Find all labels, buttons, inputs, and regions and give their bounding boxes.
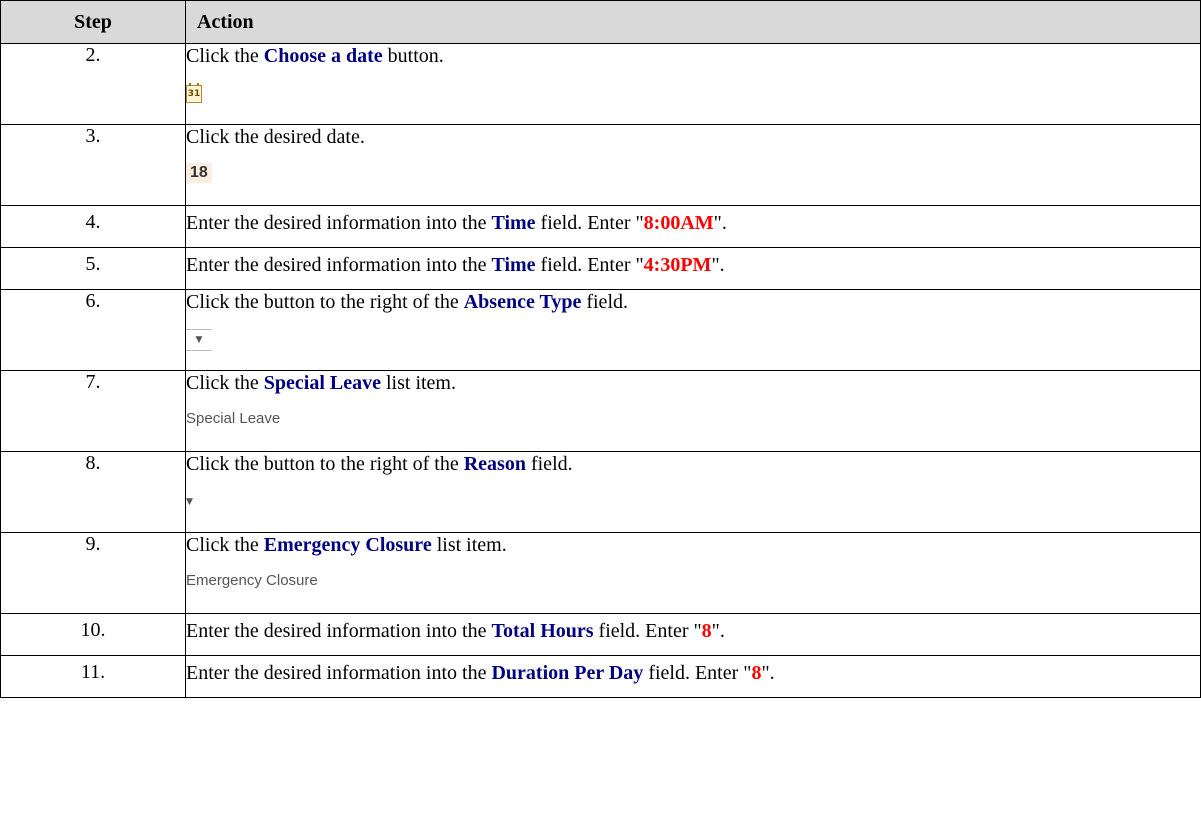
step-number: 8. xyxy=(0,451,186,533)
step-number: 3. xyxy=(0,124,186,206)
icon-row: 31 xyxy=(186,79,1200,105)
icon-row: Special Leave xyxy=(186,406,1200,432)
action-cell: Click the button to the right of the Abs… xyxy=(185,289,1201,371)
step-number: 9. xyxy=(0,532,186,614)
dropdown-arrow-icon[interactable]: ▼ xyxy=(186,329,212,351)
instruction-text: Click the Choose a date button. xyxy=(186,44,1200,68)
list-item-special-leave[interactable]: Special Leave xyxy=(186,410,280,427)
action-cell: Enter the desired information into the T… xyxy=(185,247,1201,290)
instruction-pre: Enter the desired information into the xyxy=(186,254,492,276)
list-item-emergency-closure[interactable]: Emergency Closure xyxy=(186,572,318,589)
instruction-post: field. xyxy=(581,291,628,313)
entry-value: 4:30PM xyxy=(643,254,712,276)
step-number: 4. xyxy=(0,205,186,248)
date-cell-18[interactable]: 18 xyxy=(186,163,212,183)
keyword: Total Hours xyxy=(491,620,594,642)
instruction-mid: field. Enter " xyxy=(535,254,644,276)
action-cell: Click the Special Leave list item. Speci… xyxy=(185,370,1201,452)
action-cell: Enter the desired information into the D… xyxy=(185,655,1201,698)
step-number: 7. xyxy=(0,370,186,452)
table-row: 4. Enter the desired information into th… xyxy=(0,205,1201,248)
action-cell: Click the Emergency Closure list item. E… xyxy=(185,532,1201,614)
step-number: 5. xyxy=(0,247,186,290)
table-row: 2. Click the Choose a date button. 31 xyxy=(0,43,1201,125)
table-row: 3. Click the desired date. 18 xyxy=(0,124,1201,206)
table-row: 5. Enter the desired information into th… xyxy=(0,247,1201,290)
instruction-pre: Click the xyxy=(186,372,264,394)
icon-row: 18 xyxy=(186,160,1200,186)
action-cell: Enter the desired information into the T… xyxy=(185,613,1201,656)
instruction-pre: Click the button to the right of the xyxy=(186,453,464,475)
icon-row: Emergency Closure xyxy=(186,568,1200,594)
action-header-label: Action xyxy=(197,10,254,33)
instruction-post: ". xyxy=(713,212,727,234)
instruction-post: list item. xyxy=(380,372,456,394)
table-row: 9. Click the Emergency Closure list item… xyxy=(0,532,1201,614)
step-number: 10. xyxy=(0,613,186,656)
instruction-mid: field. Enter " xyxy=(535,212,644,234)
keyword: Time xyxy=(491,254,536,276)
instruction-text: Click the desired date. xyxy=(186,126,365,148)
table-row: 10. Enter the desired information into t… xyxy=(0,613,1201,656)
entry-value: 8 xyxy=(751,662,762,684)
instruction-mid: field. Enter " xyxy=(593,620,702,642)
instruction-text: Click the Special Leave list item. xyxy=(186,371,1200,395)
instruction-text: Enter the desired information into the T… xyxy=(186,619,1200,643)
instruction-post: button. xyxy=(382,45,444,67)
icon-row: ▼ xyxy=(186,487,1200,513)
keyword: Emergency Closure xyxy=(263,534,432,556)
action-cell: Click the desired date. 18 xyxy=(185,124,1201,206)
instruction-post: ". xyxy=(711,254,725,276)
table-row: 8. Click the button to the right of the … xyxy=(0,451,1201,533)
instruction-text: Click the button to the right of the Abs… xyxy=(186,290,1200,314)
keyword: Absence Type xyxy=(463,291,582,313)
table-row: 11. Enter the desired information into t… xyxy=(0,655,1201,698)
keyword: Time xyxy=(491,212,536,234)
table-row: 7. Click the Special Leave list item. Sp… xyxy=(0,370,1201,452)
instruction-text: Click the Emergency Closure list item. xyxy=(186,533,1200,557)
step-number: 2. xyxy=(0,43,186,125)
instruction-pre: Enter the desired information into the xyxy=(186,662,492,684)
instruction-post: ". xyxy=(761,662,775,684)
entry-value: 8:00AM xyxy=(643,212,714,234)
keyword: Duration Per Day xyxy=(491,662,644,684)
calendar-icon[interactable]: 31 xyxy=(186,83,202,103)
action-cell: Enter the desired information into the T… xyxy=(185,205,1201,248)
instruction-pre: Click the xyxy=(186,45,264,67)
step-number: 6. xyxy=(0,289,186,371)
dropdown-arrow-icon[interactable]: ▼ xyxy=(186,497,193,507)
instruction-text: Enter the desired information into the D… xyxy=(186,661,1200,685)
entry-value: 8 xyxy=(701,620,712,642)
step-number: 11. xyxy=(0,655,186,698)
keyword: Special Leave xyxy=(263,372,381,394)
steps-table: Step Action 2. Click the Choose a date b… xyxy=(0,0,1201,698)
icon-row: ▼ xyxy=(186,325,1200,351)
keyword: Choose a date xyxy=(263,45,383,67)
action-cell: Click the button to the right of the Rea… xyxy=(185,451,1201,533)
instruction-pre: Enter the desired information into the xyxy=(186,620,492,642)
instruction-mid: field. Enter " xyxy=(643,662,752,684)
step-column-header: Step xyxy=(0,0,186,44)
action-cell: Click the Choose a date button. 31 xyxy=(185,43,1201,125)
keyword: Reason xyxy=(463,453,526,475)
table-header-row: Step Action xyxy=(0,0,1201,44)
instruction-pre: Click the button to the right of the xyxy=(186,291,464,313)
instruction-pre: Click the xyxy=(186,534,264,556)
instruction-post: field. xyxy=(525,453,573,475)
instruction-text: Enter the desired information into the T… xyxy=(186,253,1200,277)
table-row: 6. Click the button to the right of the … xyxy=(0,289,1201,371)
instruction-text: Enter the desired information into the T… xyxy=(186,211,1200,235)
instruction-pre: Enter the desired information into the xyxy=(186,212,492,234)
instruction-post: ". xyxy=(711,620,725,642)
instruction-text: Click the button to the right of the Rea… xyxy=(186,452,1200,476)
action-column-header: Action xyxy=(185,0,1201,44)
instruction-post: list item. xyxy=(431,534,507,556)
